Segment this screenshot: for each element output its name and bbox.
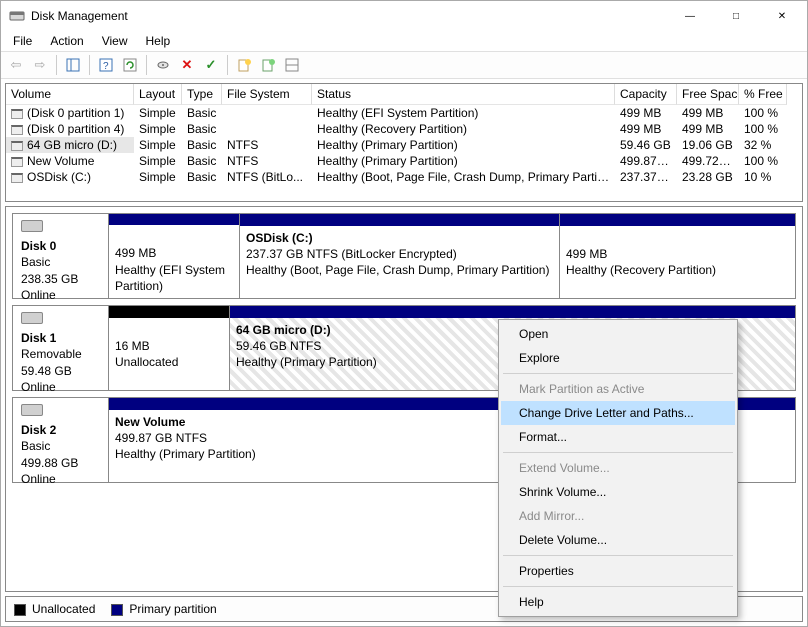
context-menu-item[interactable]: Delete Volume... xyxy=(501,528,735,552)
menu-action[interactable]: Action xyxy=(42,32,91,50)
panel-layout-button[interactable] xyxy=(281,54,303,76)
context-menu-item[interactable]: Shrink Volume... xyxy=(501,480,735,504)
volume-list-body[interactable]: (Disk 0 partition 1)SimpleBasicHealthy (… xyxy=(6,105,802,201)
maximize-button[interactable]: □ xyxy=(713,1,759,31)
col-fs[interactable]: File System xyxy=(222,84,312,105)
menubar: File Action View Help xyxy=(1,31,807,51)
partition[interactable]: 499 MBHealthy (EFI System Partition) xyxy=(109,214,239,298)
menu-view[interactable]: View xyxy=(94,32,136,50)
volume-icon xyxy=(11,125,23,135)
context-menu-separator xyxy=(503,452,733,453)
help-button[interactable]: ? xyxy=(95,54,117,76)
col-free[interactable]: Free Space xyxy=(677,84,739,105)
volume-row[interactable]: 64 GB micro (D:)SimpleBasicNTFSHealthy (… xyxy=(6,137,802,153)
volume-list-header: Volume Layout Type File System Status Ca… xyxy=(6,84,802,105)
col-type[interactable]: Type xyxy=(182,84,222,105)
volume-icon xyxy=(11,157,23,167)
show-hide-console-tree-button[interactable] xyxy=(62,54,84,76)
menu-file[interactable]: File xyxy=(5,32,40,50)
refresh-button[interactable] xyxy=(119,54,141,76)
back-button: ⇦ xyxy=(5,54,27,76)
minimize-button[interactable]: — xyxy=(667,1,713,31)
volume-row[interactable]: New VolumeSimpleBasicNTFSHealthy (Primar… xyxy=(6,153,802,169)
volume-row[interactable]: (Disk 0 partition 4)SimpleBasicHealthy (… xyxy=(6,121,802,137)
window-title: Disk Management xyxy=(31,9,667,23)
col-pct[interactable]: % Free xyxy=(739,84,787,105)
col-status[interactable]: Status xyxy=(312,84,615,105)
volume-list: Volume Layout Type File System Status Ca… xyxy=(5,83,803,202)
context-menu-separator xyxy=(503,586,733,587)
disk-icon xyxy=(21,404,43,416)
context-menu-item: Extend Volume... xyxy=(501,456,735,480)
disk-label[interactable]: Disk 1Removable59.48 GBOnline xyxy=(13,306,109,390)
delete-button[interactable]: ✕ xyxy=(176,54,198,76)
svg-text:?: ? xyxy=(103,61,109,72)
col-volume[interactable]: Volume xyxy=(6,84,134,105)
context-menu: OpenExplore Mark Partition as ActiveChang… xyxy=(498,319,738,617)
legend-primary: Primary partition xyxy=(111,602,216,616)
new-button-2[interactable] xyxy=(257,54,279,76)
context-menu-item[interactable]: Format... xyxy=(501,425,735,449)
context-menu-separator xyxy=(503,555,733,556)
volume-icon xyxy=(11,109,23,119)
col-capacity[interactable]: Capacity xyxy=(615,84,677,105)
check-button[interactable]: ✓ xyxy=(200,54,222,76)
context-menu-separator xyxy=(503,373,733,374)
volume-row[interactable]: OSDisk (C:)SimpleBasicNTFS (BitLo...Heal… xyxy=(6,169,802,185)
window-buttons: — □ ✕ xyxy=(667,1,805,31)
context-menu-item[interactable]: Help xyxy=(501,590,735,614)
volume-icon xyxy=(11,173,23,183)
disk: Disk 0Basic238.35 GBOnline499 MBHealthy … xyxy=(12,213,796,299)
disk-icon xyxy=(21,312,43,324)
volume-row[interactable]: (Disk 0 partition 1)SimpleBasicHealthy (… xyxy=(6,105,802,121)
app-icon xyxy=(9,8,25,24)
rescan-disks-button[interactable] xyxy=(152,54,174,76)
partition[interactable]: 16 MBUnallocated xyxy=(109,306,229,390)
partition[interactable]: OSDisk (C:)237.37 GB NTFS (BitLocker Enc… xyxy=(239,214,559,298)
menu-help[interactable]: Help xyxy=(138,32,179,50)
disk-label[interactable]: Disk 0Basic238.35 GBOnline xyxy=(13,214,109,298)
legend-unallocated: Unallocated xyxy=(14,602,95,616)
forward-button: ⇨ xyxy=(29,54,51,76)
context-menu-item: Mark Partition as Active xyxy=(501,377,735,401)
context-menu-item[interactable]: Change Drive Letter and Paths... xyxy=(501,401,735,425)
context-menu-item: Add Mirror... xyxy=(501,504,735,528)
close-button[interactable]: ✕ xyxy=(759,1,805,31)
context-menu-item[interactable]: Open xyxy=(501,322,735,346)
context-menu-item[interactable]: Properties xyxy=(501,559,735,583)
col-layout[interactable]: Layout xyxy=(134,84,182,105)
disk-icon xyxy=(21,220,43,232)
titlebar: Disk Management — □ ✕ xyxy=(1,1,807,31)
new-button-1[interactable] xyxy=(233,54,255,76)
partition[interactable]: 499 MBHealthy (Recovery Partition) xyxy=(559,214,795,298)
toolbar: ⇦ ⇨ ? ✕ ✓ xyxy=(1,51,807,79)
context-menu-item[interactable]: Explore xyxy=(501,346,735,370)
disk-partitions: 499 MBHealthy (EFI System Partition)OSDi… xyxy=(109,214,795,298)
disk-label[interactable]: Disk 2Basic499.88 GBOnline xyxy=(13,398,109,482)
volume-icon xyxy=(11,141,23,151)
